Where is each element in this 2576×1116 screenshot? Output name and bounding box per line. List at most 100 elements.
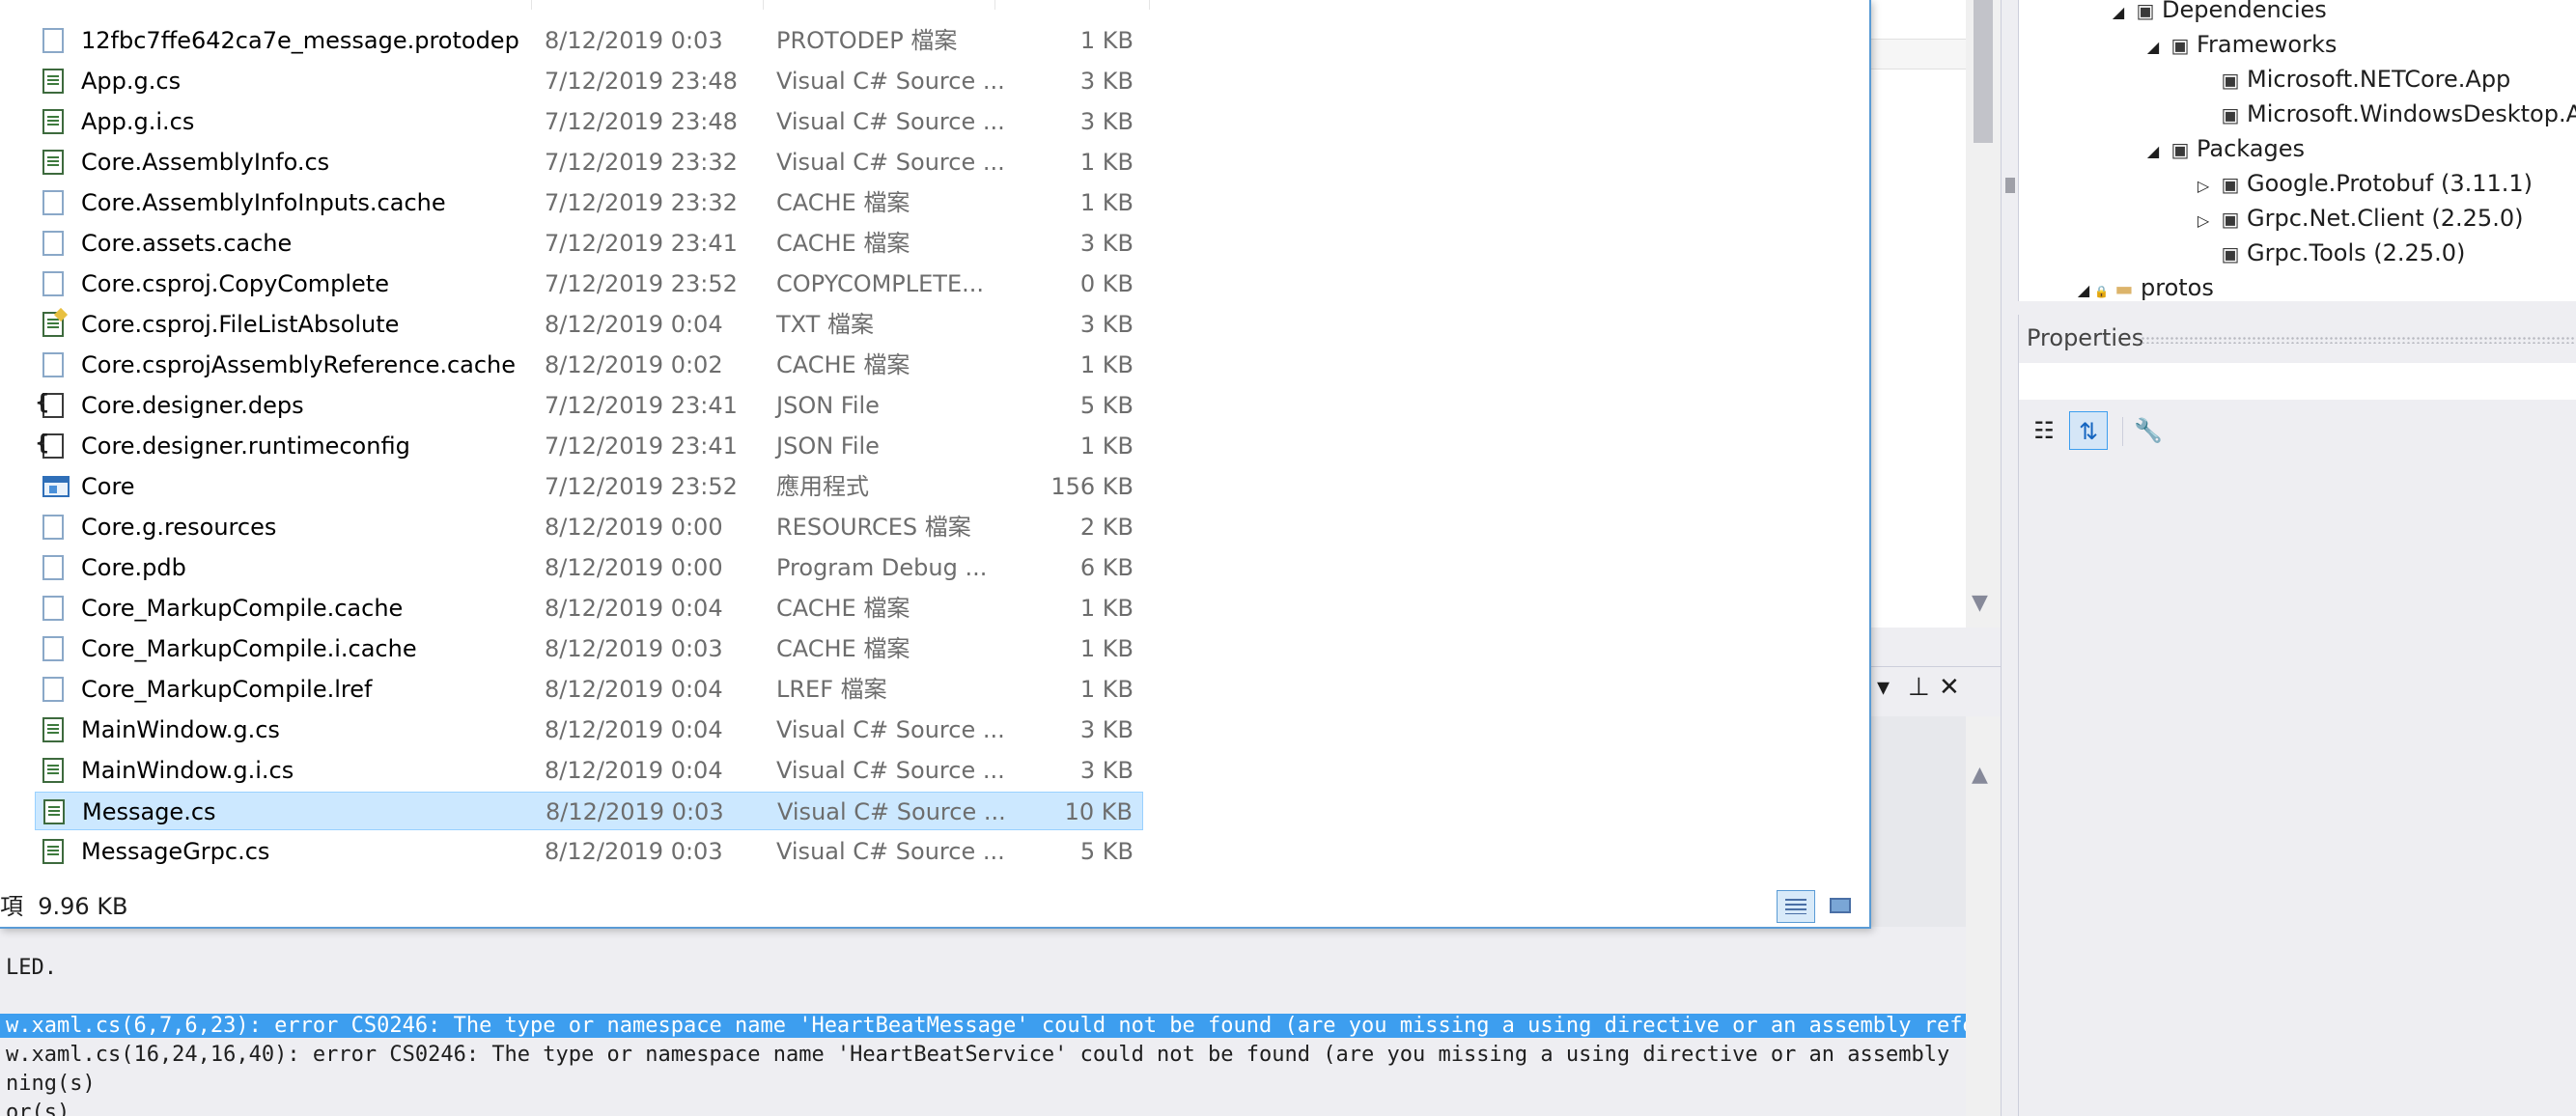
collapse-arrow-icon[interactable]: ◢ [2142,30,2164,65]
file-size: 5 KB [1079,392,1134,419]
tree-item[interactable]: ◢ 🔒 ▬ protos [2073,270,2214,301]
panel-splitter[interactable] [2001,0,2019,1116]
scroll-up-arrow-icon[interactable]: ▲ [1972,763,1988,787]
file-row[interactable]: Core.designer.deps 7/12/2019 23:41 JSON Fi… [35,386,1143,425]
large-icons-view-icon[interactable] [1821,890,1860,923]
tree-item-label: Google.Protobuf (3.11.1) [2247,170,2534,197]
file-name: Core.g.resources [81,514,277,541]
collapse-arrow-icon[interactable]: ◢ [2108,0,2129,30]
file-size: 1 KB [1079,351,1134,378]
file-size: 6 KB [1079,554,1134,581]
generic-file-icon [42,677,64,702]
file-row[interactable]: Core_MarkupCompile.lref 8/12/2019 0:04 LRE… [35,670,1143,709]
file-date-modified: 7/12/2019 23:32 [545,189,738,216]
file-row[interactable]: 12fbc7ffe642ca7e_message.protodep 8/12/20… [35,21,1143,60]
file-row[interactable]: MessageGrpc.cs 8/12/2019 0:03 Visual C# So… [35,832,1143,871]
file-row[interactable]: App.g.cs 7/12/2019 23:48 Visual C# Source … [35,62,1143,100]
file-date-modified: 7/12/2019 23:41 [545,432,738,460]
tree-item-label: Dependencies [2162,0,2327,23]
file-row[interactable]: App.g.i.cs 7/12/2019 23:48 Visual C# Sourc… [35,102,1143,141]
file-row[interactable]: MainWindow.g.cs 8/12/2019 0:04 Visual C# S… [35,711,1143,749]
splitter-grip[interactable] [2005,178,2015,193]
file-row[interactable]: Core_MarkupCompile.cache 8/12/2019 0:04 CA… [35,589,1143,628]
tree-item[interactable]: ◢ ▣ Frameworks [2142,27,2338,65]
collapse-arrow-icon[interactable]: ◢ [2142,134,2164,169]
expand-arrow-icon[interactable]: ▷ [2193,169,2214,204]
file-date-modified: 8/12/2019 0:04 [545,716,723,743]
file-row[interactable]: Core.csproj.FileListAbsolute 8/12/2019 0:… [35,305,1143,344]
file-size: 3 KB [1079,311,1134,338]
editor-vertical-scrollbar[interactable]: ▼ [1966,0,2001,628]
file-row[interactable]: Core.pdb 8/12/2019 0:00 Program Debug ... 6… [35,548,1143,587]
file-name: Core.designer.deps [81,392,304,419]
tree-item-label: Microsoft.NETCore.App [2247,66,2511,93]
framework-reference-icon: ▣ [2221,69,2240,92]
file-row[interactable]: Core.assets.cache 7/12/2019 23:41 CACHE 檔案… [35,224,1143,263]
status-bar: 項 9.96 KB [0,886,1869,927]
csharp-file-icon [42,758,64,783]
folder-icon: ▬ [2114,277,2134,300]
file-name: Core [81,473,135,500]
json-file-icon [35,391,64,418]
properties-drag-handle[interactable] [2141,336,2576,344]
collapse-arrow-icon[interactable]: ◢ [2073,273,2094,301]
tree-item[interactable]: ▣ Grpc.Tools (2.25.0) [2193,236,2466,270]
details-view-icon[interactable] [1777,890,1815,923]
tree-item-label: Grpc.Tools (2.25.0) [2247,239,2466,266]
file-type: CACHE 檔案 [776,635,910,662]
tree-item[interactable]: ▣ Microsoft.WindowsDesktop.App [2193,97,2576,131]
expand-arrow-icon[interactable]: ▷ [2193,204,2214,238]
window-position-dropdown-icon[interactable]: ▾ [1877,673,1890,702]
file-date-modified: 8/12/2019 0:00 [545,554,723,581]
file-row[interactable]: Core 7/12/2019 23:52 應用程式 156 KB [35,467,1143,506]
file-row[interactable]: Core.csproj.CopyComplete 7/12/2019 23:52 C… [35,265,1143,303]
tree-item[interactable]: ▷ ▣ Grpc.Net.Client (2.25.0) [2193,201,2524,238]
tree-item-label: protos [2141,274,2214,301]
file-date-modified: 7/12/2019 23:41 [545,392,738,419]
file-row[interactable]: Core.AssemblyInfoInputs.cache 7/12/2019 2… [35,183,1143,222]
file-date-modified: 7/12/2019 23:41 [545,230,738,257]
output-line: ning(s) [6,1072,96,1096]
file-explorer-window: 12fbc7ffe642ca7e_message.protodep 8/12/20… [0,0,1871,929]
output-line: LED. [6,956,57,980]
generic-file-icon [42,515,64,540]
file-name: 12fbc7ffe642ca7e_message.protodep [81,27,519,54]
output-vertical-scrollbar[interactable]: ▲ [1966,716,2001,1116]
solution-explorer-tree[interactable]: ◢ ▣ Dependencies ◢ ▣ Frameworks ▣ Microsoft.NET… [2018,0,2576,301]
pin-icon[interactable]: ⊥ [1908,673,1930,702]
tree-item[interactable]: ◢ ▣ Packages [2142,131,2305,166]
file-row[interactable]: Core.designer.runtimeconfig 7/12/2019 23:… [35,427,1143,465]
file-name: Message.cs [82,798,216,825]
scroll-down-arrow-icon[interactable]: ▼ [1972,591,1988,615]
file-row[interactable]: Core.csprojAssemblyReference.cache 8/12/2… [35,346,1143,384]
generic-file-icon [42,231,64,256]
file-name: App.g.i.cs [81,108,195,135]
property-pages-icon[interactable]: 🔧 [2129,411,2168,450]
file-type: CACHE 檔案 [776,351,910,378]
tree-item-label: Microsoft.WindowsDesktop.App [2247,100,2576,127]
file-type: JSON File [776,432,880,460]
file-type: CACHE 檔案 [776,189,910,216]
file-name: Core.csprojAssemblyReference.cache [81,351,517,378]
file-row[interactable]: Core_MarkupCompile.i.cache 8/12/2019 0:03… [35,629,1143,668]
file-row[interactable]: Core.AssemblyInfo.cs 7/12/2019 23:32 Visua… [35,143,1143,181]
tree-item[interactable]: ▣ Microsoft.NETCore.App [2193,62,2511,97]
alphabetical-sort-icon[interactable]: ⇅ [2069,411,2108,450]
file-row[interactable]: MainWindow.g.i.cs 8/12/2019 0:04 Visual C#… [35,751,1143,790]
tree-item[interactable]: ▷ ▣ Google.Protobuf (3.11.1) [2193,166,2533,201]
file-name: Core_MarkupCompile.i.cache [81,635,417,662]
file-row[interactable]: Message.cs 8/12/2019 0:03 Visual C# Source… [35,792,1143,830]
output-pane[interactable]: LED. w.xaml.cs(6,7,6,23): error CS0246: T… [0,927,1966,1116]
generic-file-icon [42,555,64,580]
categorized-icon[interactable]: ☷ [2025,411,2063,450]
file-date-modified: 8/12/2019 0:04 [545,757,723,784]
properties-title: Properties [2027,324,2144,351]
file-size: 2 KB [1079,514,1134,541]
file-date-modified: 8/12/2019 0:03 [545,838,723,865]
close-icon[interactable]: ✕ [1939,673,1960,702]
csharp-file-icon [42,717,64,742]
tree-item[interactable]: ◢ ▣ Dependencies [2108,0,2327,27]
scroll-thumb[interactable] [1974,0,1993,143]
file-row[interactable]: Core.g.resources 8/12/2019 0:00 RESOURCES … [35,508,1143,546]
properties-object-selector[interactable] [2019,363,2576,400]
